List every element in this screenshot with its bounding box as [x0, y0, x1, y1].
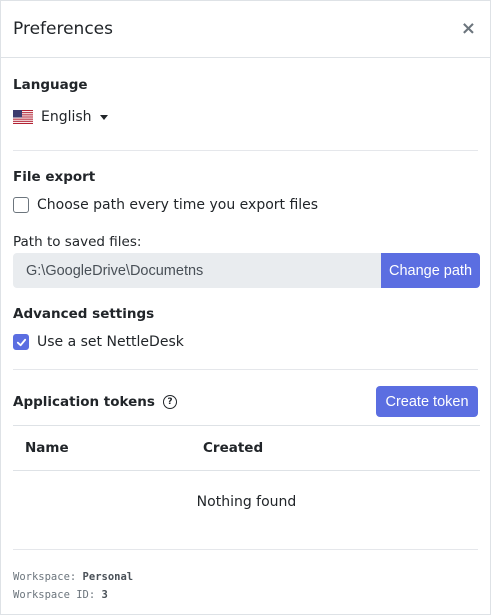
tokens-table: Name Created Nothing found: [13, 425, 480, 533]
column-header-created[interactable]: Created: [203, 440, 263, 456]
create-token-button[interactable]: Create token: [376, 386, 478, 417]
dialog-title: Preferences: [13, 19, 113, 39]
language-selected: English: [41, 109, 92, 125]
help-icon[interactable]: ?: [162, 395, 177, 409]
workspace-id-line: Workspace ID: 3: [13, 586, 133, 604]
nettledesk-label: Use a set NettleDesk: [37, 334, 184, 350]
workspace-value: Personal: [82, 571, 134, 583]
dialog-header: Preferences ×: [1, 1, 490, 58]
workspace-id-value: 3: [101, 589, 108, 601]
language-dropdown[interactable]: English: [13, 109, 108, 125]
path-input[interactable]: [13, 253, 381, 288]
close-icon[interactable]: ×: [461, 20, 478, 38]
check-icon: [16, 338, 26, 346]
column-header-name[interactable]: Name: [13, 440, 203, 456]
file-export-section-title: File export: [13, 169, 96, 185]
tokens-section-title: Application tokens ?: [13, 394, 177, 410]
empty-state: Nothing found: [196, 494, 297, 510]
language-section-title: Language: [13, 77, 88, 93]
nettledesk-checkbox-row[interactable]: Use a set NettleDesk: [13, 334, 184, 350]
choose-path-label: Choose path every time you export files: [37, 197, 319, 213]
workspace-label: Workspace:: [13, 571, 77, 583]
divider: [13, 150, 478, 151]
divider: [13, 549, 478, 550]
caret-down-icon: [99, 114, 108, 120]
change-path-button[interactable]: Change path: [381, 253, 480, 288]
choose-path-checkbox[interactable]: [13, 197, 29, 213]
nettledesk-checkbox[interactable]: [13, 334, 29, 350]
workspace-info: Workspace: Personal Workspace ID: 3: [13, 568, 133, 604]
workspace-line: Workspace: Personal: [13, 568, 133, 586]
tokens-title-text: Application tokens: [13, 394, 155, 410]
path-input-group: Change path: [13, 253, 480, 288]
us-flag-icon: [13, 110, 33, 124]
divider: [13, 369, 478, 370]
preferences-dialog: Preferences × Language English File expo…: [0, 0, 491, 615]
table-header: Name Created: [13, 425, 480, 471]
choose-path-checkbox-row[interactable]: Choose path every time you export files: [13, 197, 318, 213]
advanced-section-title: Advanced settings: [13, 306, 155, 322]
workspace-id-label: Workspace ID:: [13, 589, 96, 601]
path-label: Path to saved files:: [13, 234, 142, 250]
